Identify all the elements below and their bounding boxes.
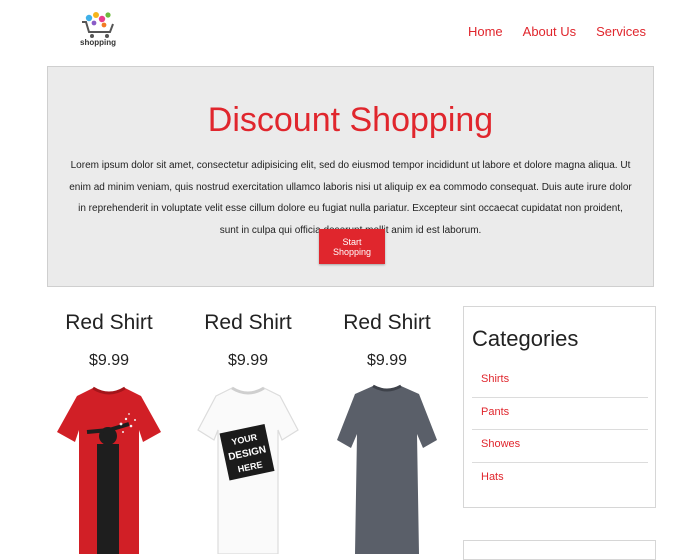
product-card[interactable]: Red Shirt $9.99 YOUR DESIGN HERE	[186, 308, 310, 554]
categories-list: Shirts Pants Showes Hats	[472, 365, 648, 495]
product-price: $9.99	[366, 352, 408, 369]
secondary-sidebar-panel	[463, 540, 656, 560]
hero-title: Discount Shopping	[207, 101, 494, 139]
nav-services-link[interactable]: Services	[596, 24, 646, 39]
product-card[interactable]: Red Shirt $9.99	[47, 308, 171, 554]
nav-home-link[interactable]: Home	[468, 24, 503, 39]
category-item-pants[interactable]: Pants	[472, 398, 648, 430]
main-nav: Home About Us Services	[468, 24, 646, 39]
category-item-hats[interactable]: Hats	[472, 463, 648, 496]
product-price: $9.99	[227, 352, 269, 369]
product-price: $9.99	[88, 352, 130, 369]
red-tshirt-image[interactable]	[47, 384, 171, 554]
categories-panel: Categories Shirts Pants Showes Hats	[463, 306, 656, 508]
gray-tshirt-image[interactable]	[325, 384, 449, 554]
white-tshirt-image[interactable]: YOUR DESIGN HERE	[186, 384, 310, 554]
logo-text: shopping	[80, 38, 116, 47]
category-item-shirts[interactable]: Shirts	[472, 365, 648, 398]
categories-title: Categories	[472, 326, 579, 351]
hero-jumbotron: Discount Shopping Lorem ipsum dolor sit …	[47, 66, 654, 287]
product-name: Red Shirt	[204, 311, 292, 334]
product-name: Red Shirt	[65, 311, 153, 334]
category-item-showes[interactable]: Showes	[472, 430, 648, 463]
nav-about-link[interactable]: About Us	[523, 24, 576, 39]
start-shopping-button[interactable]: Start Shopping	[319, 229, 385, 264]
product-name: Red Shirt	[343, 311, 431, 334]
product-card[interactable]: Red Shirt $9.99	[325, 308, 449, 554]
